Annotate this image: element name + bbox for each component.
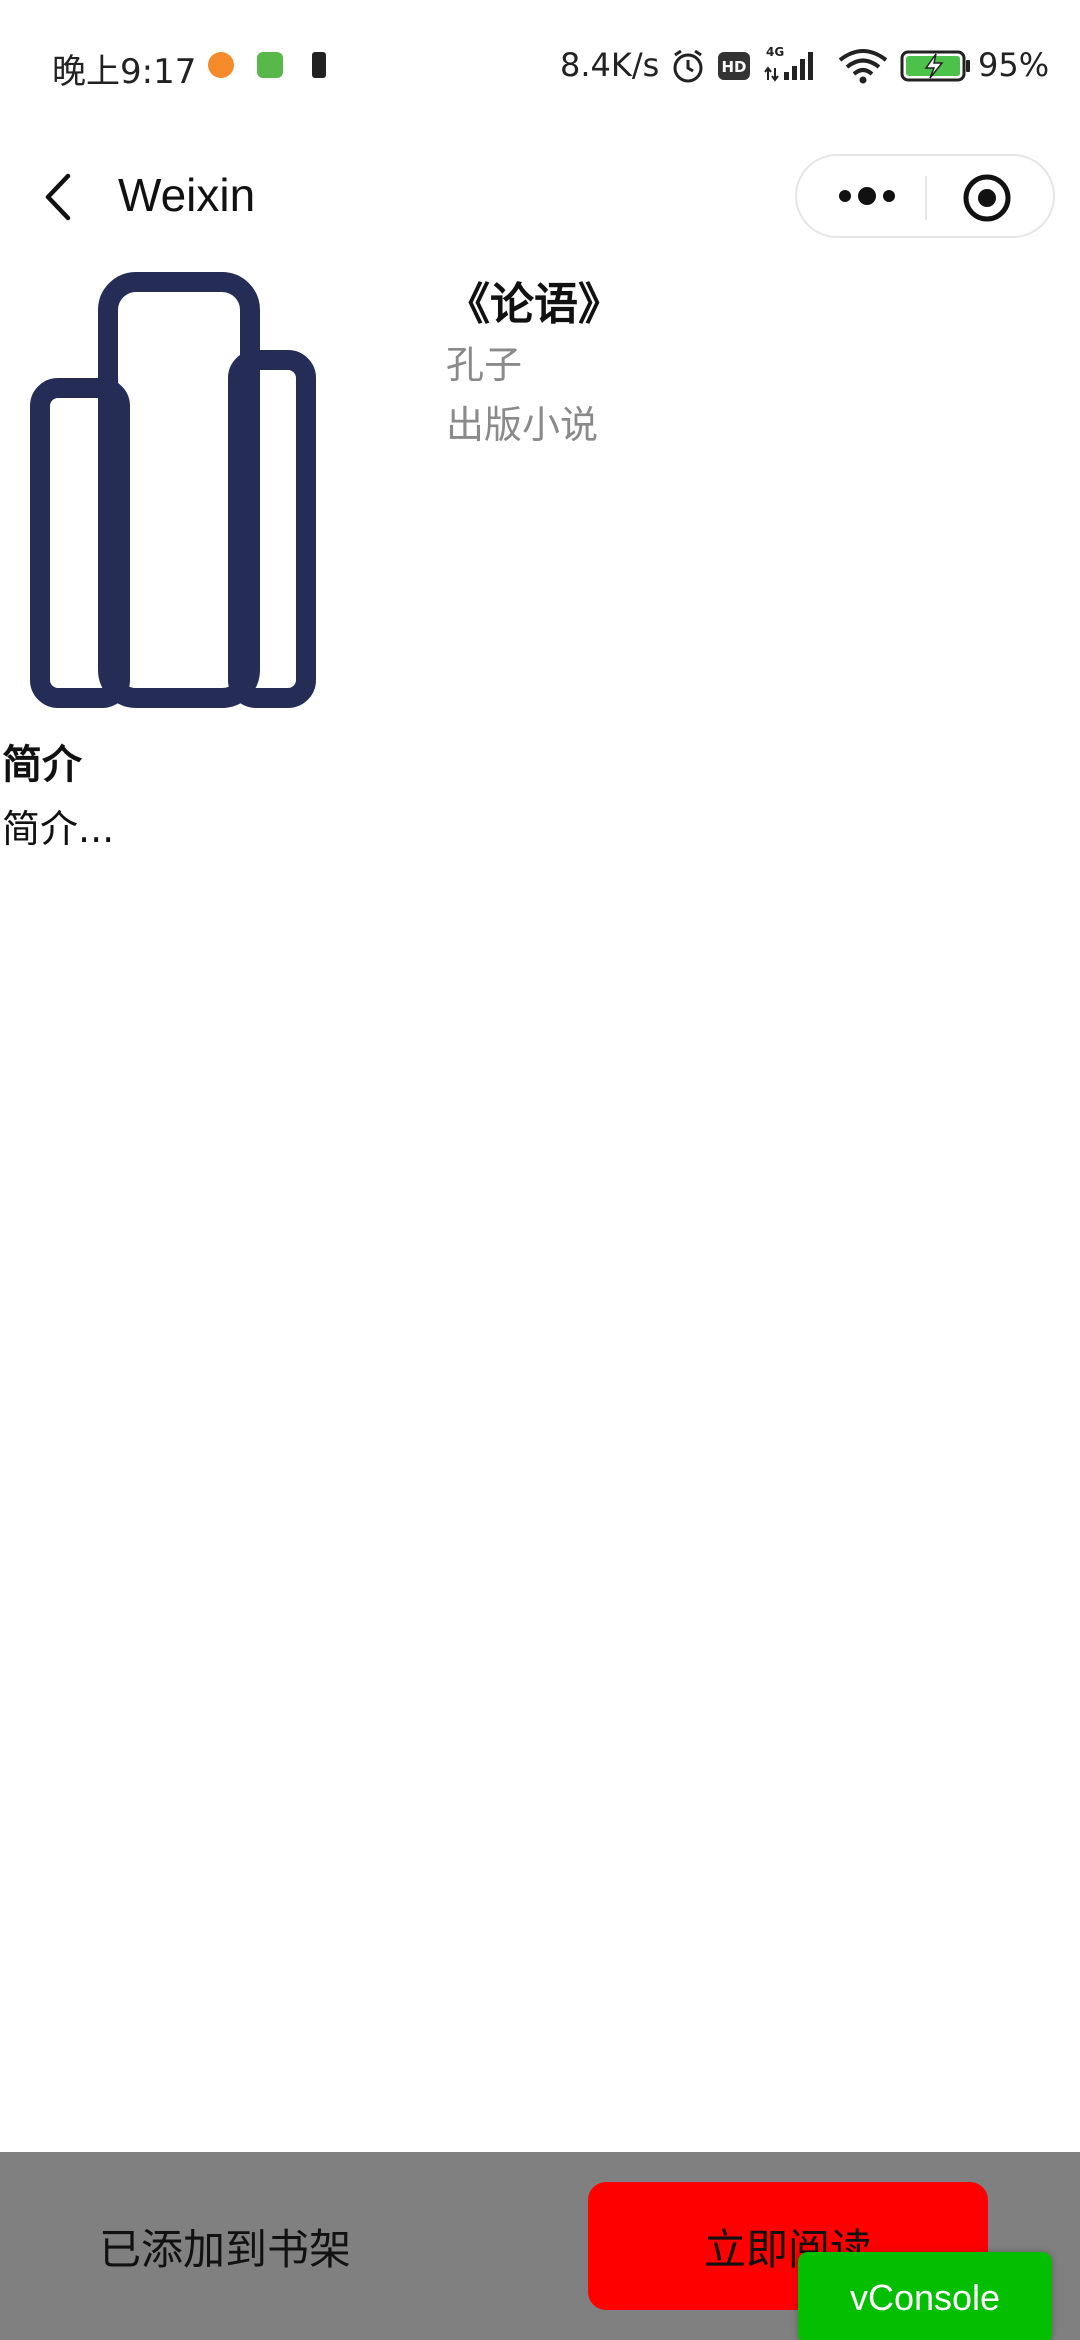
battery-percent: 95% — [978, 46, 1050, 84]
books-icon — [30, 272, 316, 708]
svg-text:4G: 4G — [766, 45, 784, 59]
capsule-divider — [925, 176, 927, 220]
book-category: 出版小说 — [446, 403, 599, 447]
status-time: 晚上9:17 — [52, 52, 197, 92]
app-icon — [257, 52, 283, 78]
more-dots-icon[interactable] — [817, 166, 917, 226]
screen: 晚上9:17 8.4K/s HD 4G 95% Weixin 《论语》 孔子 出… — [0, 0, 1080, 2340]
alarm-icon — [673, 49, 703, 83]
network-speed: 8.4K/s — [560, 46, 660, 84]
book-title: 《论语》 — [446, 279, 622, 330]
status-bar: 晚上9:17 8.4K/s HD 4G 95% — [0, 0, 1080, 132]
mini-program-capsule — [795, 154, 1055, 238]
svg-text:HD: HD — [721, 58, 746, 76]
signal-4g-icon: 4G — [764, 45, 813, 82]
close-target-icon[interactable] — [961, 172, 1013, 224]
vconsole-button[interactable]: vConsole — [798, 2252, 1052, 2340]
added-to-bookshelf-button[interactable]: 已添加到书架 — [60, 2152, 390, 2340]
sim-icon — [312, 52, 326, 78]
intro-heading: 简介 — [2, 742, 82, 788]
book-author: 孔子 — [446, 343, 523, 387]
message-icon — [208, 52, 234, 78]
hd-icon: HD — [718, 52, 750, 80]
intro-text: 简介... — [2, 807, 115, 851]
nav-title: Weixin — [118, 169, 256, 221]
back-arrow-icon[interactable] — [30, 162, 90, 232]
wifi-icon — [838, 49, 888, 84]
battery-charging-icon — [900, 50, 970, 82]
nav-bar: Weixin — [0, 132, 1080, 262]
